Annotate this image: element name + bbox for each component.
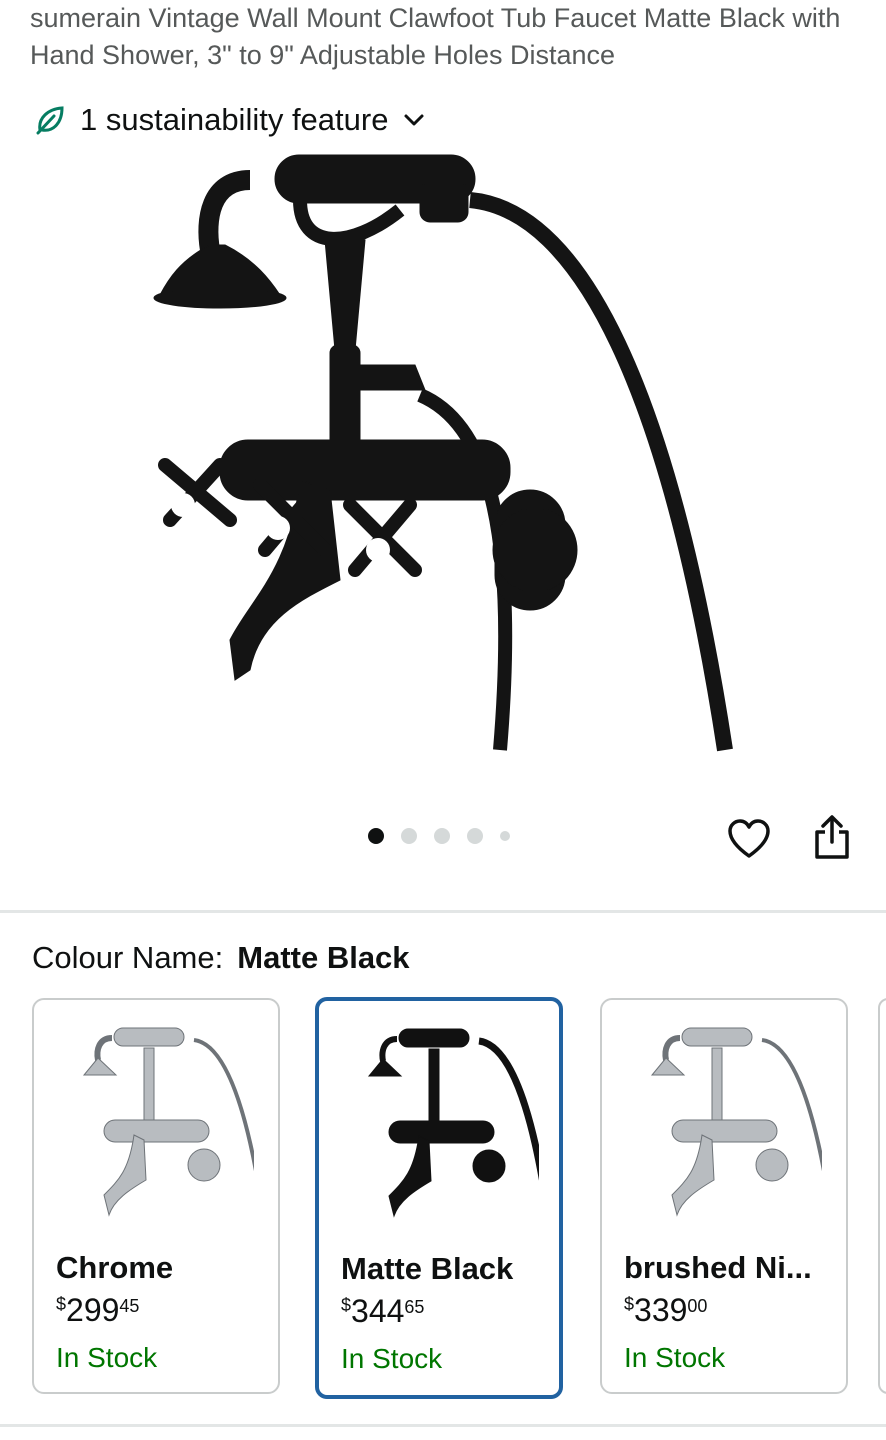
variant-card-matte-black[interactable]: Matte Black $34465 In Stock bbox=[315, 997, 563, 1399]
carousel-dot-1[interactable] bbox=[368, 828, 384, 844]
variant-name: Matte Black bbox=[341, 1251, 514, 1286]
product-image[interactable] bbox=[150, 150, 750, 760]
carousel-dot-2[interactable] bbox=[401, 828, 417, 844]
variant-name: brushed Ni... bbox=[624, 1250, 812, 1285]
variant-card-brushed-nickel[interactable]: brushed Ni... $33900 In Stock bbox=[600, 998, 848, 1394]
section-divider bbox=[0, 910, 886, 913]
carousel-dot-4[interactable] bbox=[467, 828, 483, 844]
sustainability-label: 1 sustainability feature bbox=[80, 102, 389, 137]
variant-thumbnail bbox=[642, 1020, 834, 1230]
variant-card-chrome[interactable]: Chrome $29945 In Stock bbox=[32, 998, 280, 1394]
colour-name-label: Colour Name: bbox=[32, 940, 224, 975]
carousel-dot-5[interactable] bbox=[500, 831, 510, 841]
share-icon[interactable] bbox=[813, 814, 851, 865]
variant-card-next-peek[interactable] bbox=[878, 998, 886, 1394]
variant-thumbnail bbox=[359, 1021, 553, 1231]
variant-stock-status: In Stock bbox=[341, 1343, 443, 1374]
variant-price: $29945 bbox=[56, 1292, 140, 1328]
variant-price: $34465 bbox=[341, 1293, 425, 1329]
image-carousel-indicator bbox=[368, 828, 510, 844]
colour-name-value: Matte Black bbox=[237, 940, 410, 975]
product-title: sumerain Vintage Wall Mount Clawfoot Tub… bbox=[30, 3, 841, 70]
bottom-divider bbox=[0, 1424, 886, 1427]
heart-icon[interactable] bbox=[727, 818, 771, 865]
variant-thumbnail bbox=[74, 1020, 266, 1230]
variant-name: Chrome bbox=[56, 1250, 174, 1285]
leaf-icon bbox=[34, 104, 66, 136]
colour-name-row: Colour Name: Matte Black bbox=[32, 940, 410, 976]
carousel-dot-3[interactable] bbox=[434, 828, 450, 844]
chevron-down-icon bbox=[402, 108, 426, 132]
variant-stock-status: In Stock bbox=[56, 1342, 158, 1373]
sustainability-feature-toggle[interactable]: 1 sustainability feature bbox=[34, 98, 426, 142]
variant-price: $33900 bbox=[624, 1292, 708, 1328]
variant-stock-status: In Stock bbox=[624, 1342, 726, 1373]
